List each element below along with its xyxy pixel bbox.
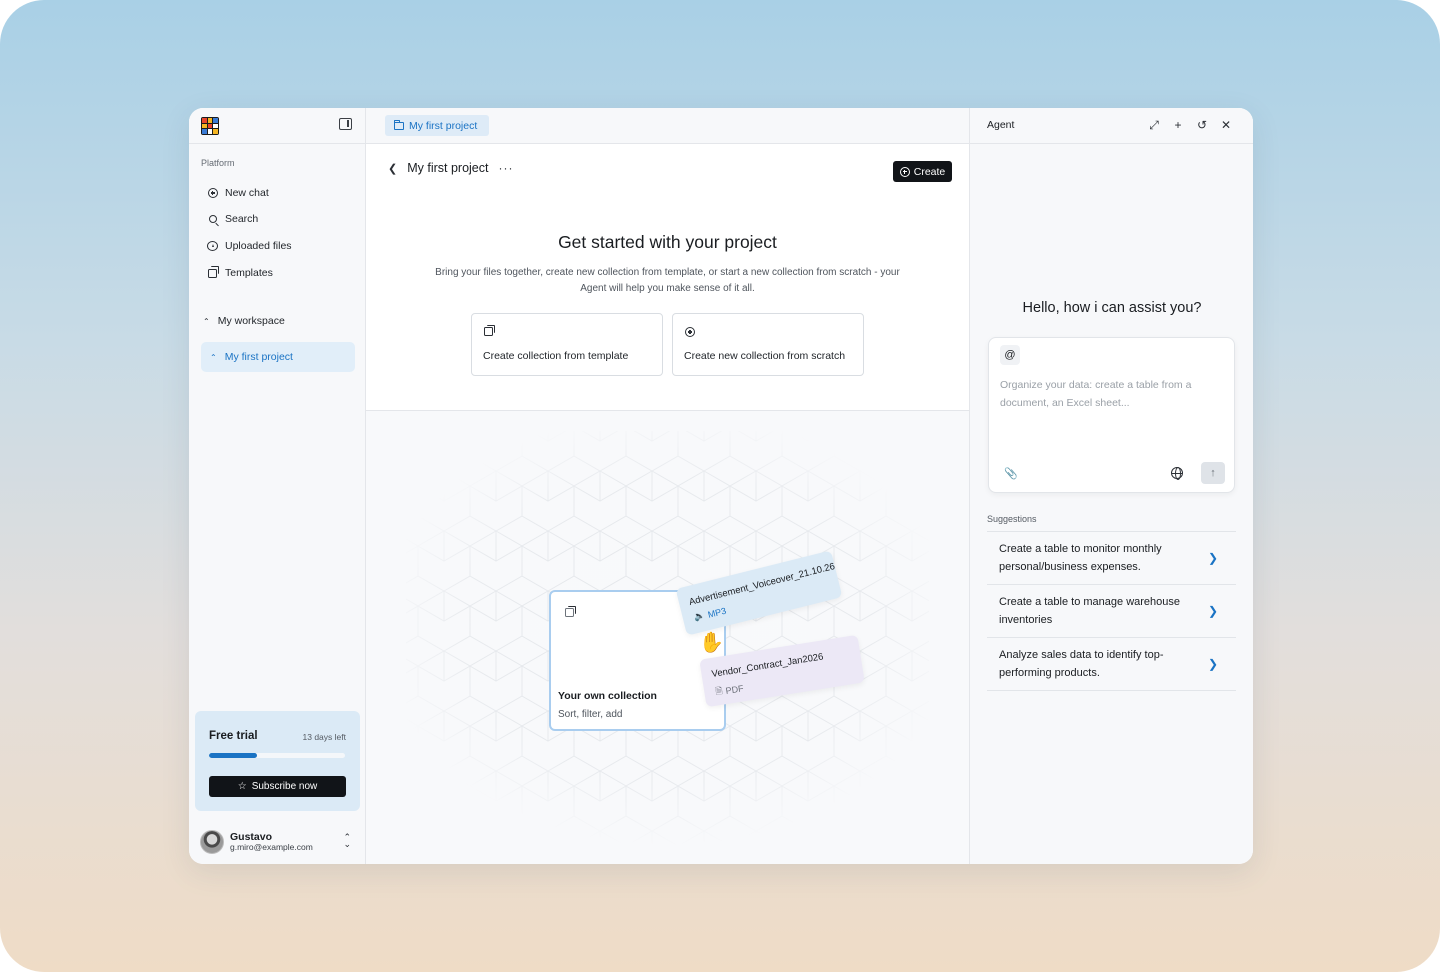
project-label: My first project — [224, 351, 293, 363]
sidebar-item-project[interactable]: ⌃ My first project — [201, 342, 355, 372]
hand-cursor-icon: ✋ — [699, 632, 724, 654]
copy-icon — [207, 266, 219, 279]
sidebar: Platform New chat Search Uploaded files … — [189, 108, 366, 864]
copy-icon — [565, 605, 576, 617]
subscribe-button[interactable]: ☆ Subscribe now — [209, 776, 346, 797]
app-logo-icon[interactable] — [201, 117, 219, 135]
create-label: Create — [913, 165, 946, 178]
section-label-platform: Platform — [201, 158, 235, 168]
sidebar-item-label: Search — [225, 213, 259, 225]
trial-progress-bar — [209, 753, 345, 758]
plus-circle-icon — [207, 188, 218, 199]
file-type: 🔈 MP3 — [693, 605, 727, 624]
send-button[interactable]: ↑ — [1201, 462, 1225, 484]
expand-icon[interactable]: ⤢ — [1148, 117, 1160, 133]
copy-icon — [484, 324, 495, 336]
divider — [189, 143, 366, 144]
project-header: ❮ My first project ··· — [388, 161, 513, 175]
plus-circle-icon — [899, 166, 910, 177]
plus-icon[interactable]: + — [1172, 117, 1184, 133]
chevron-right-icon: ❯ — [1207, 604, 1218, 618]
chevron-up-icon: ⌃ — [210, 352, 217, 362]
chevron-right-icon: ❯ — [1207, 551, 1218, 565]
file-type-label: PDF — [724, 683, 745, 696]
sidebar-item-label: New chat — [225, 187, 269, 199]
sidebar-item-label: Uploaded files — [225, 240, 292, 252]
agent-actions: ⤢ + ↺ ✕ — [1148, 117, 1232, 133]
subscribe-label: Subscribe now — [251, 781, 318, 792]
sidebar-item-templates[interactable]: Templates — [201, 261, 354, 285]
search-icon — [207, 214, 218, 225]
page-title: My first project — [407, 161, 489, 175]
app-window: Platform New chat Search Uploaded files … — [189, 108, 1253, 864]
trial-days-left: 13 days left — [302, 732, 346, 742]
sidebar-item-uploaded-files[interactable]: Uploaded files — [201, 234, 354, 258]
avatar — [200, 830, 224, 854]
history-icon[interactable]: ↺ — [1196, 117, 1208, 133]
create-from-template-card[interactable]: Create collection from template — [471, 313, 663, 376]
globe-icon[interactable] — [1171, 467, 1183, 480]
star-icon: ☆ — [237, 781, 247, 792]
free-trial-card: Free trial 13 days left ☆ Subscribe now — [195, 711, 360, 811]
speaker-icon: 🔈 — [692, 609, 707, 623]
close-icon[interactable]: ✕ — [1220, 117, 1232, 133]
cloud-upload-icon — [207, 241, 218, 252]
file-type: 🗎 PDF — [714, 680, 745, 700]
suggestions-list: Create a table to monitor monthly person… — [987, 531, 1236, 691]
collection-subtitle: Sort, filter, add — [558, 709, 623, 720]
chevron-left-icon[interactable]: ❮ — [388, 162, 397, 175]
agent-prompt-input[interactable] — [1000, 377, 1230, 457]
option-label: Create new collection from scratch — [684, 350, 846, 362]
agent-title: Agent — [987, 119, 1015, 131]
folder-icon — [393, 119, 404, 130]
trial-progress-fill — [209, 753, 257, 758]
plus-circle-icon — [685, 327, 695, 337]
chevron-right-icon: ❯ — [1207, 657, 1218, 671]
trial-title: Free trial — [209, 730, 258, 742]
option-label: Create collection from template — [483, 350, 629, 362]
collection-title: Your own collection — [558, 690, 657, 702]
sidebar-toggle-icon[interactable] — [339, 118, 352, 130]
mention-button[interactable]: @ — [1000, 345, 1020, 365]
suggestion-text: Create a table to monitor monthly person… — [999, 543, 1162, 573]
suggestions-label: Suggestions — [987, 514, 1037, 524]
hero-description: Bring your files together, create new co… — [435, 267, 900, 294]
user-info: Gustavo g.miro@example.com — [230, 831, 313, 853]
suggestion-text: Analyze sales data to identify top-perfo… — [999, 649, 1164, 679]
collection-illustration: Your own collection Sort, filter, add Ad… — [366, 410, 969, 864]
create-from-scratch-card[interactable]: Create new collection from scratch — [672, 313, 864, 376]
sidebar-item-label: Templates — [225, 267, 273, 279]
file-type-label: MP3 — [706, 605, 728, 620]
suggestion-item[interactable]: Create a table to monitor monthly person… — [987, 532, 1236, 585]
main-content: My first project ❮ My first project ··· … — [366, 108, 969, 864]
chevron-up-down-icon[interactable]: ⌃ ⌄ — [343, 833, 351, 849]
agent-greeting: Hello, how i can assist you? — [1022, 300, 1202, 316]
agent-composer: @ 📎 ↑ — [988, 337, 1235, 493]
chevron-up-icon: ⌃ — [203, 316, 210, 326]
sidebar-item-search[interactable]: Search — [201, 207, 354, 231]
suggestion-item[interactable]: Create a table to manage warehouse inven… — [987, 585, 1236, 638]
user-email: g.miro@example.com — [230, 842, 313, 853]
file-name: Vendor_Contract_Jan2026 — [710, 651, 825, 680]
document-icon: 🗎 — [714, 685, 724, 697]
user-menu[interactable]: Gustavo g.miro@example.com ⌃ ⌄ — [200, 828, 355, 856]
agent-panel: Agent ⤢ + ↺ ✕ Hello, how i can assist yo… — [969, 108, 1253, 864]
workspace-label: My workspace — [217, 315, 285, 327]
sidebar-item-new-chat[interactable]: New chat — [201, 181, 354, 205]
hero-title: Get started with your project — [558, 232, 777, 252]
tab-my-first-project[interactable]: My first project — [385, 115, 490, 136]
more-options-button[interactable]: ··· — [498, 161, 513, 175]
suggestion-item[interactable]: Analyze sales data to identify top-perfo… — [987, 638, 1236, 691]
tab-bar: My first project — [366, 108, 969, 144]
workspace-toggle[interactable]: ⌃ My workspace — [203, 315, 285, 327]
paperclip-icon[interactable]: 📎 — [1004, 467, 1018, 480]
create-button[interactable]: Create — [893, 161, 952, 182]
tab-label: My first project — [409, 119, 478, 132]
suggestion-text: Create a table to manage warehouse inven… — [999, 596, 1181, 626]
agent-header: Agent ⤢ + ↺ ✕ — [970, 108, 1253, 144]
